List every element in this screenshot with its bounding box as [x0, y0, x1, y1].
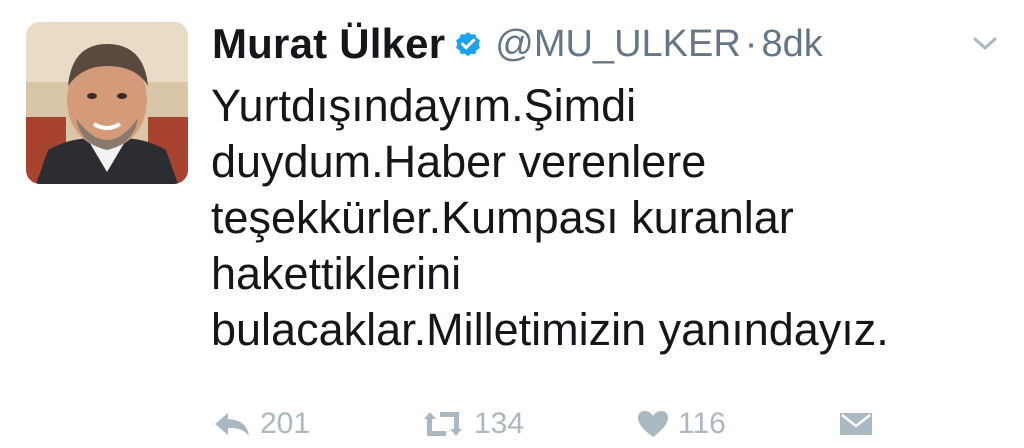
tweet-text-line: bulacaklar.Milletimizin yanındayız. — [211, 304, 889, 355]
retweet-icon — [420, 409, 466, 439]
reply-button[interactable]: 201 — [212, 400, 310, 448]
tweet-text-line: Yurtdışındayım.Şimdi — [211, 80, 637, 131]
tweet-text-line: hakettiklerini — [211, 248, 462, 299]
header-separator: · — [744, 22, 758, 65]
heart-icon — [636, 409, 670, 439]
tweet-header: Murat Ülker @MU_ULKER · 8dk — [212, 18, 823, 70]
tweet-timestamp[interactable]: 8dk — [761, 23, 822, 66]
verified-badge-icon — [453, 29, 483, 59]
tweet-text-line: teşekkürler.Kumpası kuranlar — [211, 192, 794, 243]
avatar-photo — [26, 22, 188, 184]
direct-message-button[interactable] — [838, 400, 874, 448]
tweet-card: Murat Ülker @MU_ULKER · 8dk Yurtdışınday… — [0, 0, 1024, 448]
reply-count: 201 — [260, 407, 311, 440]
tweet-actions: 201 134 116 — [0, 400, 1024, 448]
avatar[interactable] — [26, 22, 188, 184]
chevron-down-icon[interactable] — [970, 32, 1000, 56]
like-button[interactable]: 116 — [636, 400, 726, 448]
envelope-icon — [838, 409, 874, 439]
author-handle[interactable]: @MU_ULKER — [495, 23, 741, 66]
tweet-text-line: duydum.Haber verenlere — [211, 136, 707, 187]
like-count: 116 — [678, 407, 726, 440]
author-name[interactable]: Murat Ülker — [212, 20, 445, 68]
tweet-text: Yurtdışındayım.Şimdi duydum.Haber verenl… — [211, 78, 1001, 358]
reply-icon — [212, 409, 252, 439]
retweet-button[interactable]: 134 — [420, 400, 524, 448]
retweet-count: 134 — [474, 407, 525, 440]
